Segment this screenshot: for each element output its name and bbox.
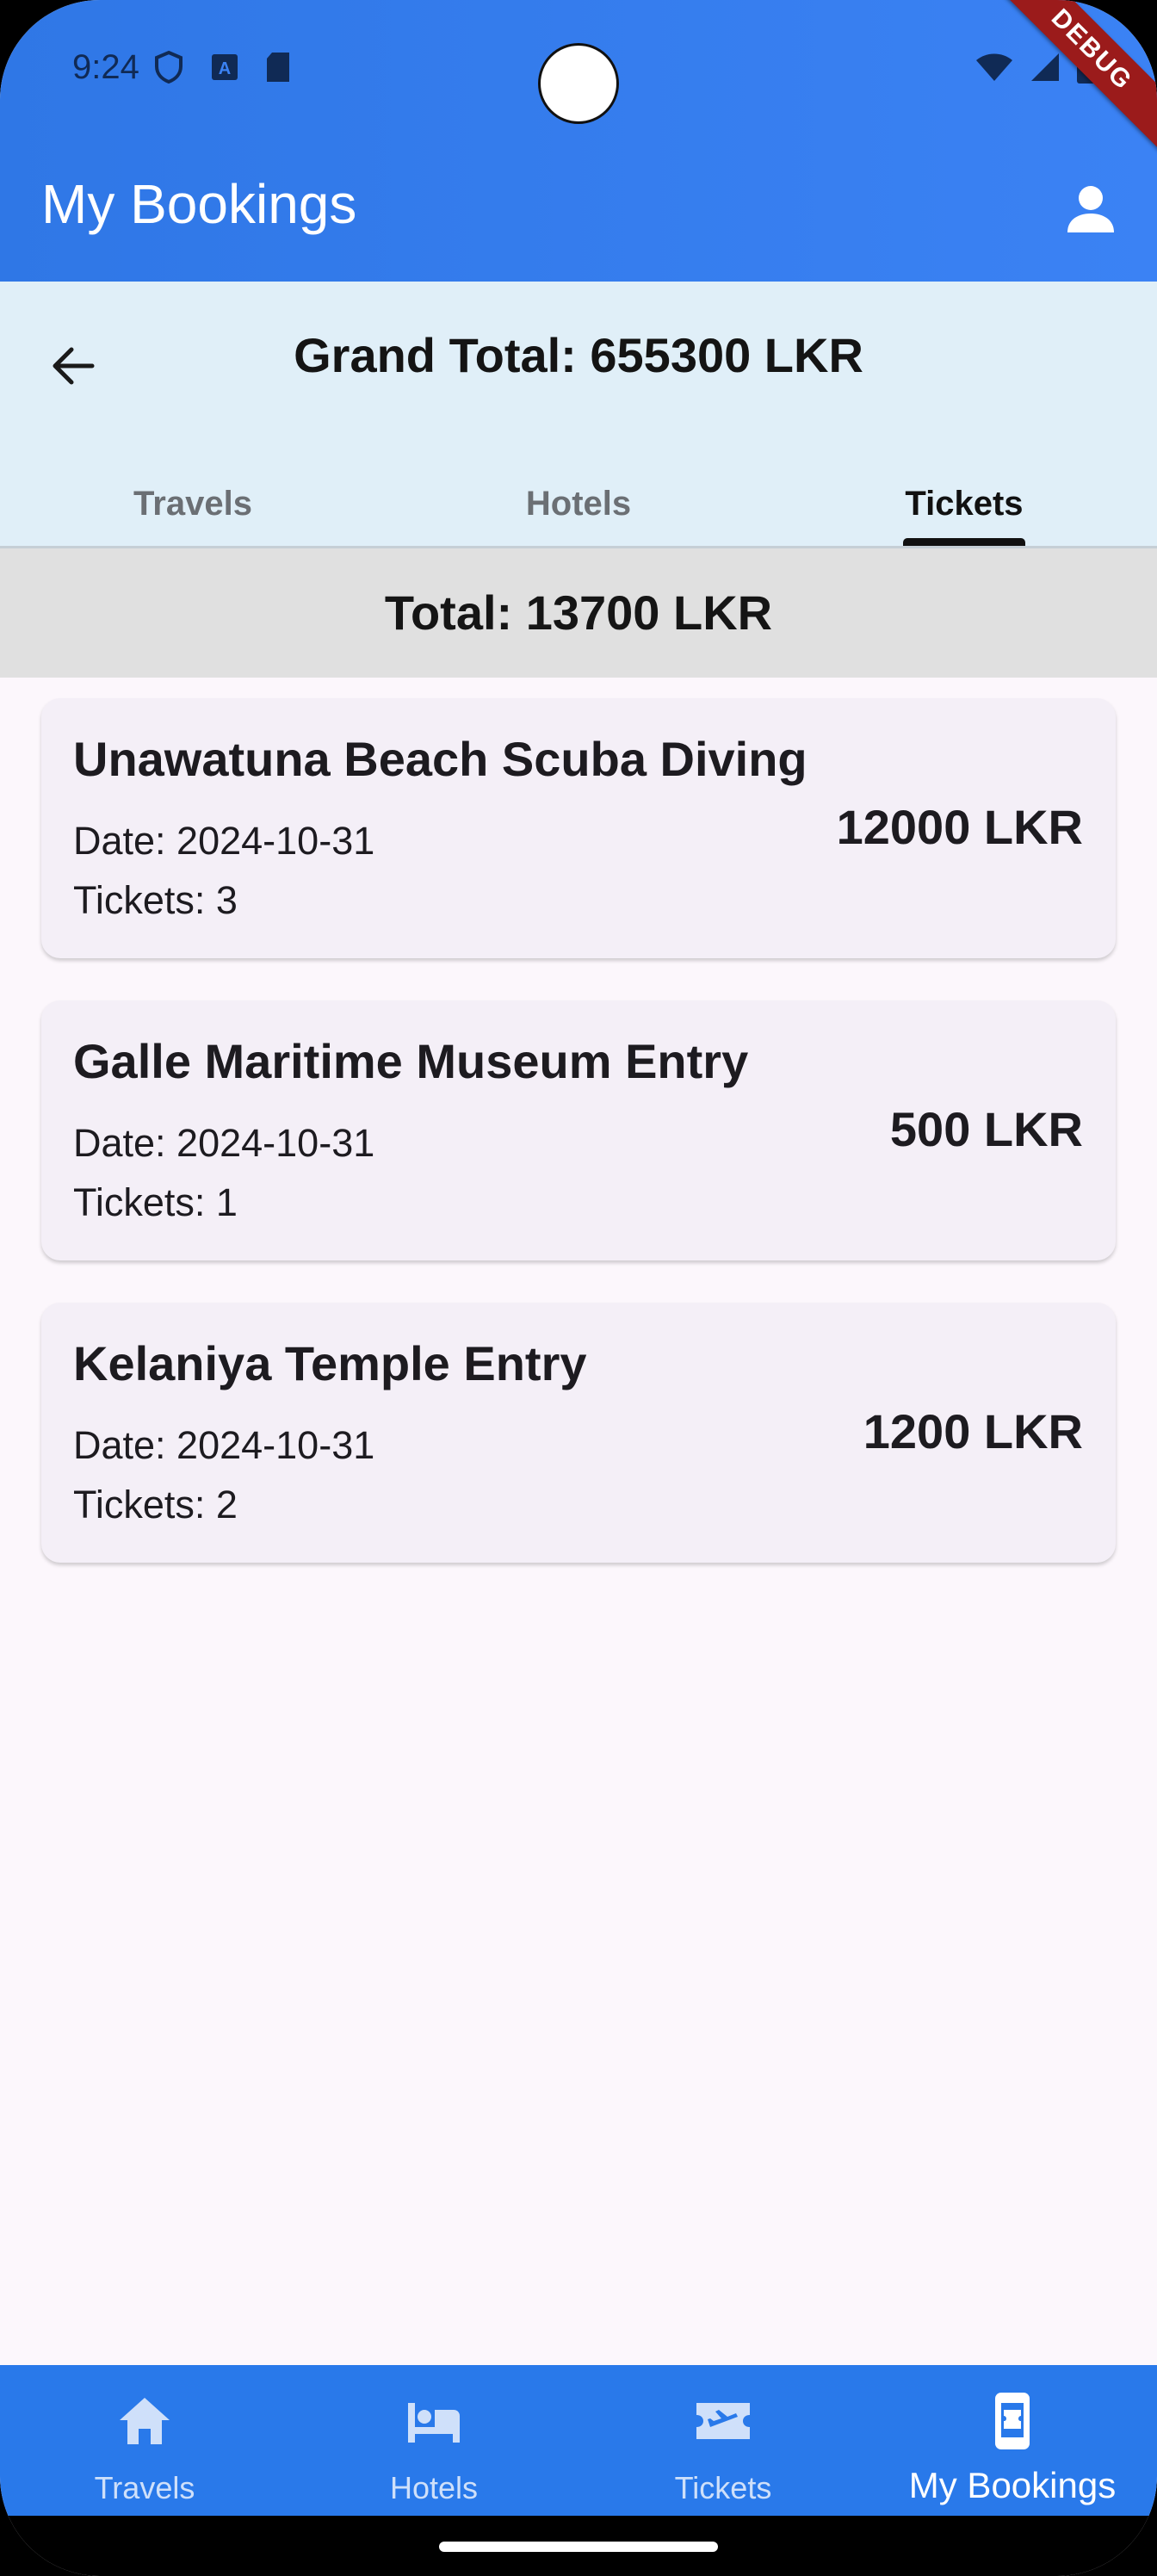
tab-label: Travels [133,485,252,523]
booking-tickets: Tickets: 1 [73,1180,238,1224]
booking-icon [995,2393,1030,2449]
nav-item-hotels[interactable]: Hotels [289,2365,578,2516]
booking-date: Date: 2024-10-31 [73,819,375,863]
person-icon[interactable] [1062,181,1119,238]
nav-label: Travels [94,2470,195,2505]
booking-price: 500 LKR [889,1102,1083,1156]
booking-price: 12000 LKR [836,800,1083,854]
booking-tickets: Tickets: 2 [73,1483,238,1526]
booking-tickets: Tickets: 3 [73,878,238,922]
nav-label: Tickets [674,2470,772,2505]
tab-indicator [903,538,1025,546]
wifi-icon [976,53,1012,81]
booking-title: Kelaniya Temple Entry [73,1336,587,1390]
nav-label: My Bookings [908,2465,1117,2505]
status-icons-left: A [153,50,291,84]
camera-cutout [538,43,619,124]
booking-title: Unawatuna Beach Scuba Diving [73,732,807,786]
home-icon [120,2398,170,2444]
status-bar: 9:24 A [0,0,1157,138]
tab-label: Hotels [525,485,632,523]
section-total: Total: 13700 LKR [0,548,1157,678]
sd-card-icon [267,53,289,82]
booking-price: 1200 LKR [863,1404,1083,1458]
bed-icon [408,2403,460,2443]
shield-icon [155,50,183,84]
phone-screen: 9:24 A DEBUG My Bookings Grand Total: 65… [0,0,1157,2576]
svg-text:A: A [219,59,231,78]
bookings-header: Grand Total: 655300 LKR Travels Hotels T… [0,282,1157,548]
app-badge-icon: A [212,54,238,80]
signal-icon [1031,53,1059,81]
home-gesture-handle[interactable] [439,2542,718,2552]
tab-label: Tickets [905,485,1024,523]
status-time: 9:24 [72,48,139,86]
tab-tickets[interactable]: Tickets [771,454,1157,546]
app-title: My Bookings [41,173,357,235]
flight-ticket-icon [696,2403,750,2439]
booking-card[interactable]: Unawatuna Beach Scuba Diving Date: 2024-… [41,698,1116,958]
booking-date: Date: 2024-10-31 [73,1121,375,1165]
grand-total: Grand Total: 655300 LKR [294,328,863,382]
tab-travels[interactable]: Travels [0,454,386,546]
nav-item-tickets[interactable]: Tickets [578,2365,868,2516]
tab-hotels[interactable]: Hotels [386,454,771,546]
nav-item-my-bookings[interactable]: My Bookings [868,2365,1157,2516]
nav-label: Hotels [389,2470,479,2505]
booking-title: Galle Maritime Museum Entry [73,1034,749,1088]
bottom-navigation: Travels Hotels Tickets My Bookings [0,2365,1157,2516]
category-tabs: Travels Hotels Tickets [0,454,1157,546]
booking-date: Date: 2024-10-31 [73,1423,375,1467]
booking-card[interactable]: Galle Maritime Museum Entry Date: 2024-1… [41,1000,1116,1260]
nav-item-travels[interactable]: Travels [0,2365,289,2516]
booking-card[interactable]: Kelaniya Temple Entry Date: 2024-10-31 T… [41,1303,1116,1563]
